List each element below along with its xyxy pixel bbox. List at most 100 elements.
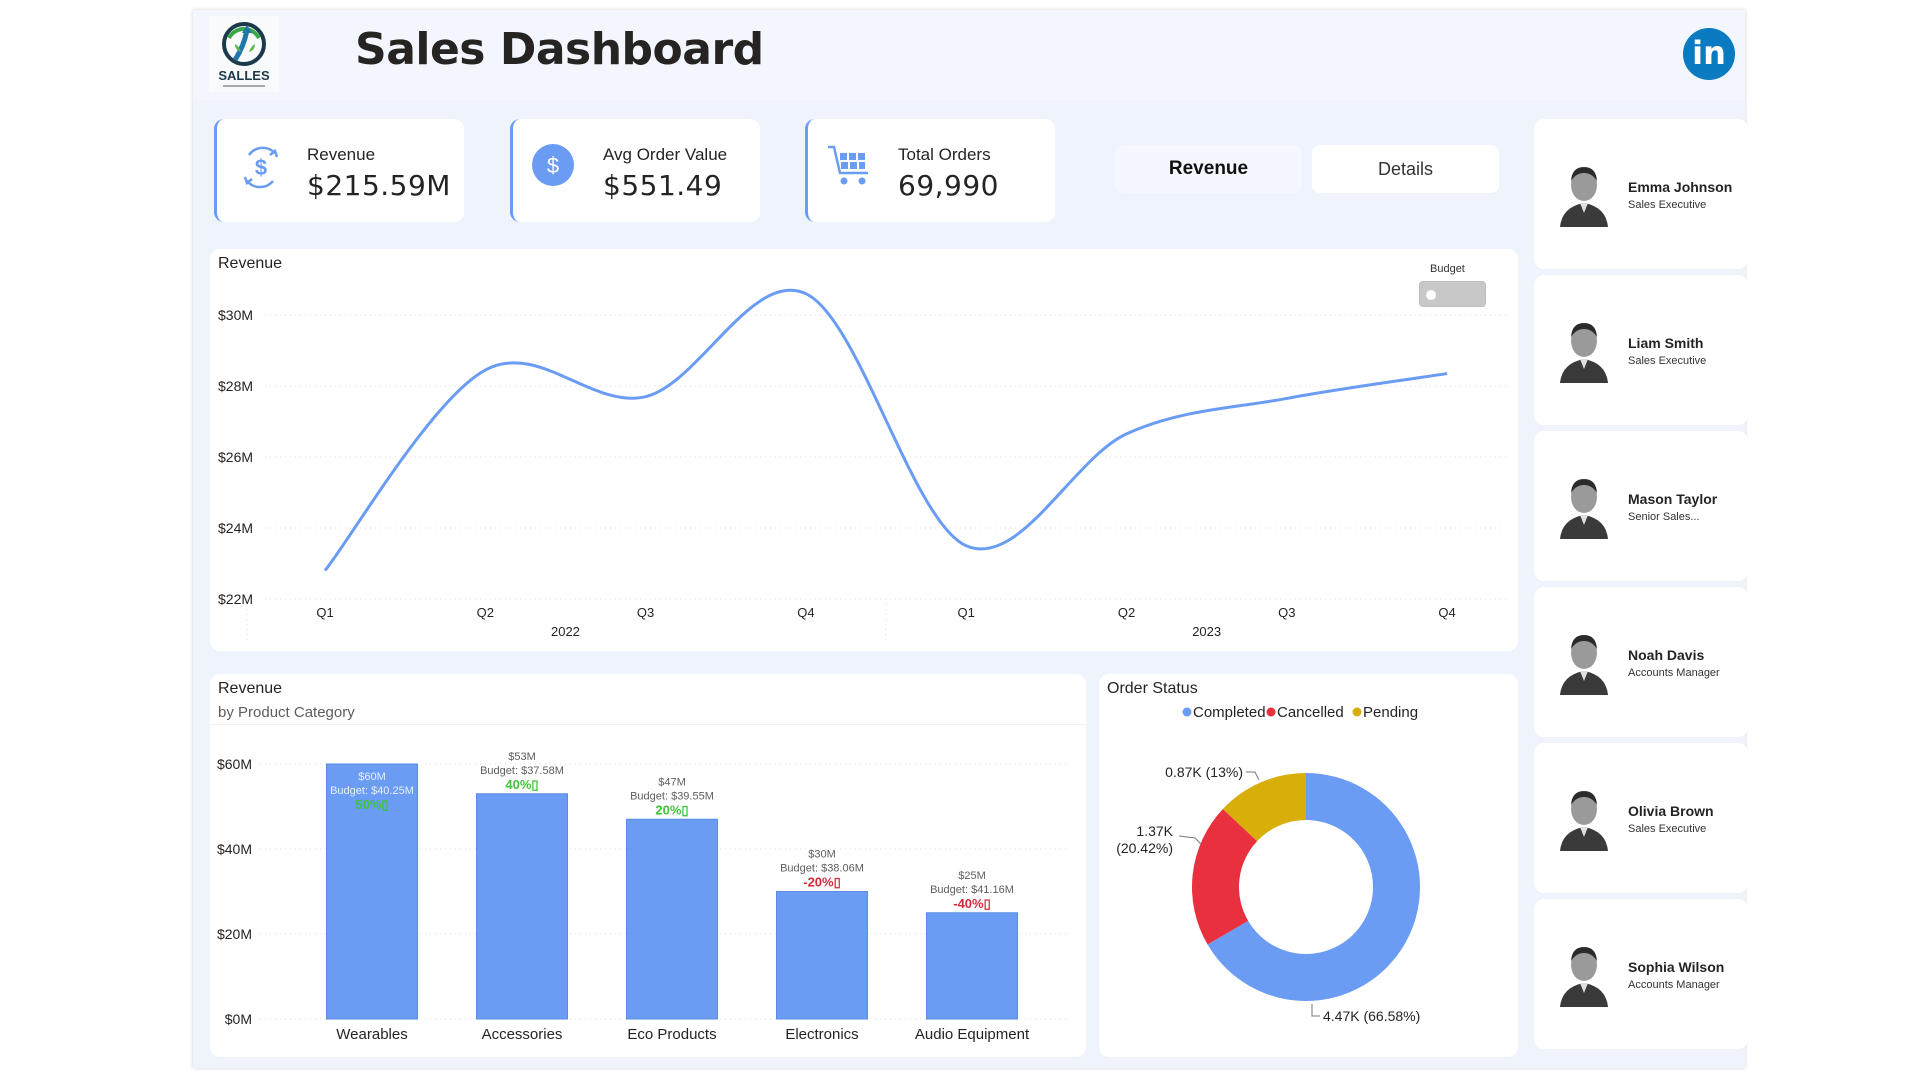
employee-role: Sales Executive — [1628, 199, 1707, 211]
slice-label-pending: 0.87K (13%) — [1165, 764, 1243, 780]
slice-label-completed: 4.47K (66.58%) — [1323, 1008, 1420, 1024]
x-tick-label: Electronics — [785, 1026, 858, 1043]
shopping-cart-icon — [828, 145, 868, 185]
svg-text:$: $ — [547, 153, 559, 178]
bar-delta-label: -40%▯ — [953, 896, 991, 911]
revenue-line-chart-panel: Revenue Budget $22M $24M $26M $28M $30M Q1 Q2 Q… — [210, 249, 1518, 651]
legend-marker — [1182, 707, 1192, 717]
logo-icon: SALLES — [218, 22, 270, 87]
bar[interactable] — [626, 818, 718, 1020]
order-status-panel: Order Status Completed Cancelled Pending 4.… — [1099, 674, 1518, 1057]
svg-text:$: $ — [255, 155, 267, 180]
logo-text: SALLES — [218, 68, 270, 83]
y-tick-label: $0M — [225, 1011, 252, 1027]
employee-card[interactable]: Mason Taylor Senior Sales... — [1534, 431, 1748, 581]
y-tick-label: $40M — [217, 841, 252, 857]
x-tick-label: Eco Products — [627, 1026, 716, 1043]
y-tick-label: $22M — [218, 591, 253, 607]
x-group-label: 2022 — [551, 624, 580, 639]
x-tick-label: Audio Equipment — [915, 1026, 1030, 1043]
revenue-series-line[interactable] — [323, 288, 1448, 572]
page-title: Sales Dashboard — [355, 24, 764, 75]
x-tick-label: Q3 — [637, 605, 654, 620]
kpi-card-total-orders: Total Orders 69,990 — [805, 119, 1055, 222]
y-tick-label: $26M — [218, 449, 253, 465]
employee-card[interactable]: Noah Davis Accounts Manager — [1534, 587, 1748, 737]
kpi-value: $551.49 — [603, 169, 723, 202]
legend-label[interactable]: Pending — [1363, 704, 1418, 721]
bar-budget-label: Budget: $39.55M — [630, 790, 714, 802]
company-logo: SALLES — [209, 16, 279, 92]
slice-label-cancelled-value: 1.37K — [1136, 823, 1173, 839]
revenue-line-chart: $22M $24M $26M $28M $30M Q1 Q2 Q3 Q4 Q1 Q2 Q3 Q4 2022… — [218, 288, 1510, 644]
legend-label[interactable]: Completed — [1193, 704, 1266, 721]
employee-name: Liam Smith — [1628, 335, 1704, 351]
bar-value-label: $53M — [508, 751, 536, 763]
x-tick-label: Q2 — [1118, 605, 1135, 620]
tab-details[interactable]: Details — [1312, 145, 1499, 193]
bar-value-label: $30M — [808, 849, 836, 861]
tab-revenue[interactable]: Revenue — [1115, 145, 1302, 193]
x-tick-label: Q1 — [316, 605, 333, 620]
bar-delta-label: -20%▯ — [803, 875, 841, 890]
x-tick-label: Q2 — [477, 605, 494, 620]
bar[interactable] — [776, 891, 868, 1020]
bar-delta-label: 20%▯ — [655, 802, 688, 817]
dollar-circle-icon: $ — [532, 144, 574, 186]
kpi-label: Total Orders — [898, 145, 991, 164]
x-tick-label: Accessories — [482, 1026, 563, 1043]
legend-marker — [1266, 707, 1276, 717]
revenue-by-category-panel: Revenue by Product Category $0M $20M $40M $… — [210, 674, 1086, 1057]
employee-role: Sales Executive — [1628, 823, 1707, 835]
employee-role: Accounts Manager — [1628, 667, 1720, 679]
revenue-cycle-icon: $ — [243, 146, 279, 189]
y-tick-label: $24M — [218, 520, 253, 536]
revenue-bar-chart: $0M $20M $40M $60M Wearables $60M Budget: $40.… — [217, 751, 1070, 1043]
header-bar: SALLES Sales Dashboard in — [193, 10, 1745, 100]
employee-card[interactable]: Liam Smith Sales Executive — [1534, 275, 1748, 425]
linkedin-icon[interactable]: in — [1683, 28, 1735, 80]
y-tick-label: $28M — [218, 378, 253, 394]
kpi-label: Avg Order Value — [603, 145, 728, 164]
order-status-donut-chart: Completed Cancelled Pending 4.47K (66.58%) 1… — [1116, 704, 1420, 1024]
kpi-value: 69,990 — [898, 169, 999, 202]
bar-budget-label: Budget: $37.58M — [480, 765, 564, 777]
y-tick-label: $60M — [217, 756, 252, 772]
x-tick-label: Q1 — [958, 605, 975, 620]
avatar — [1560, 167, 1608, 227]
bar-delta-label: 50%▯ — [355, 797, 388, 812]
kpi-card-revenue: $ Revenue $215.59M — [214, 119, 464, 222]
x-tick-label: Q4 — [1438, 605, 1455, 620]
employee-name: Emma Johnson — [1628, 179, 1733, 195]
legend-label[interactable]: Cancelled — [1277, 704, 1344, 721]
label-leader-line — [1246, 771, 1260, 781]
bar-value-label: $25M — [958, 870, 986, 882]
employee-name: Mason Taylor — [1628, 491, 1718, 507]
bar-value-label: $47M — [658, 776, 686, 788]
avatar — [1560, 791, 1608, 851]
avatar — [1560, 947, 1608, 1007]
bar[interactable] — [476, 793, 568, 1020]
x-tick-label: Wearables — [336, 1026, 407, 1043]
bar-budget-label: Budget: $40.25M — [330, 785, 414, 797]
legend-marker — [1352, 707, 1362, 717]
bar[interactable] — [926, 912, 1018, 1020]
kpi-value: $215.59M — [307, 169, 451, 202]
employee-card[interactable]: Emma Johnson Sales Executive — [1534, 119, 1748, 269]
dashboard: SALLES Sales Dashboard in $ Revenue $215… — [193, 10, 1748, 1068]
employee-card[interactable]: Olivia Brown Sales Executive — [1534, 743, 1748, 893]
bar-value-label: $60M — [358, 771, 386, 783]
employee-card[interactable]: Sophia Wilson Accounts Manager — [1534, 899, 1748, 1049]
kpi-card-avg-order-value: $ Avg Order Value $551.49 — [510, 119, 760, 222]
slice-label-cancelled-percent: (20.42%) — [1116, 840, 1173, 856]
kpi-label: Revenue — [307, 145, 376, 164]
y-tick-label: $20M — [217, 926, 252, 942]
avatar — [1560, 323, 1608, 383]
y-tick-label: $30M — [218, 307, 253, 323]
bar-budget-label: Budget: $38.06M — [780, 863, 864, 875]
employee-role: Senior Sales... — [1628, 511, 1700, 523]
x-tick-label: Q4 — [797, 605, 814, 620]
employee-role: Accounts Manager — [1628, 979, 1720, 991]
avatar — [1560, 479, 1608, 539]
x-group-label: 2023 — [1192, 624, 1221, 639]
